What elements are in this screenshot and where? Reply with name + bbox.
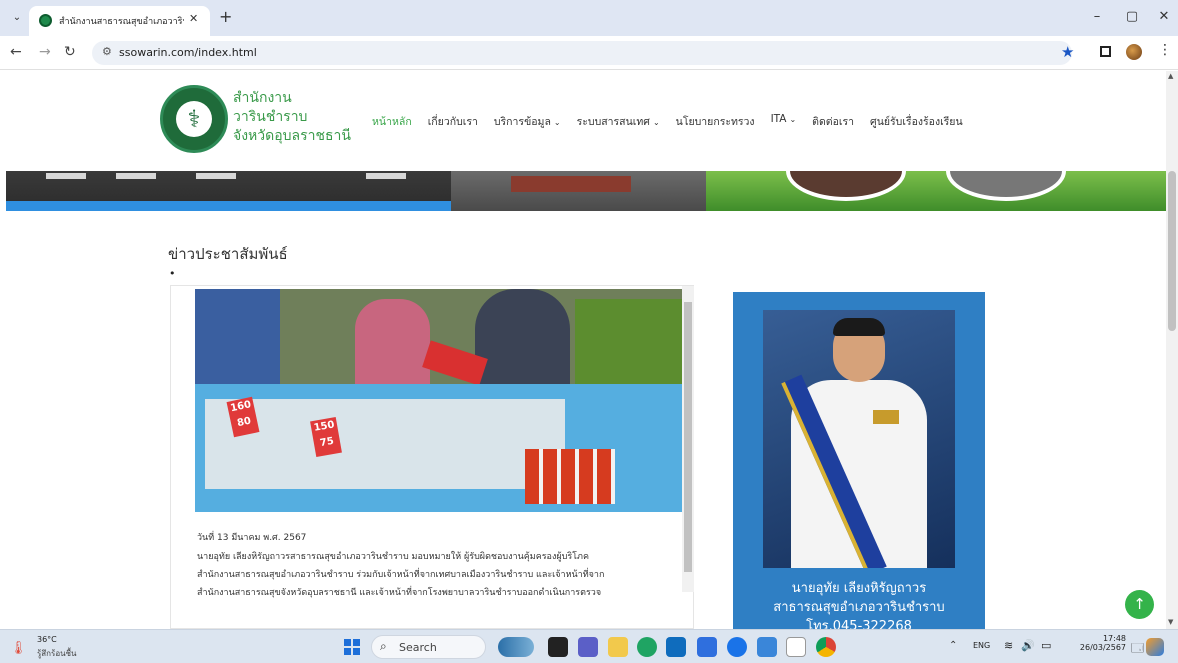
clock[interactable]: 17:48 26/03/2567 (1070, 634, 1126, 652)
director-card: นายอุทัย เลียงหิรัญถาวร สาธารณสุขอำเภอวา… (733, 292, 985, 629)
site-name[interactable]: สำนักงาน วารินชำราบ จังหวัดอุบลราชธานี (233, 89, 351, 146)
tab-search-chevron-icon[interactable]: ⌄ (8, 9, 26, 27)
start-windows-icon[interactable] (344, 639, 360, 655)
director-name: นายอุทัย เลียงหิรัญถาวร สาธารณสุขอำเภอวา… (733, 579, 985, 629)
weather-description[interactable]: รู้สึกร้อนชื้น (37, 647, 77, 660)
chevron-down-icon: ⌄ (789, 115, 797, 124)
ministry-logo[interactable]: ⚕ (160, 85, 228, 153)
main-nav: หน้าหลัก เกี่ยวกับเรา บริการข้อมูล ⌄ ระบบ… (372, 113, 979, 133)
copilot-icon[interactable] (1146, 638, 1164, 656)
site-favicon-icon (39, 14, 52, 27)
taskbar-search[interactable]: ⌕ Search (371, 635, 486, 659)
search-icon: ⌕ (380, 639, 387, 653)
show-hidden-icons-icon[interactable]: ⌃ (949, 640, 957, 651)
task-view-icon[interactable] (548, 637, 568, 657)
web-page: ⚕ สำนักงาน วารินชำราบ จังหวัดอุบลราชธานี… (0, 71, 1166, 629)
news-embed-frame[interactable]: 160 80 150 75 วันที่ 13 มีนาคม พ.ศ. 2567… (170, 285, 694, 629)
arrow-up-icon: ↑ (1133, 595, 1146, 613)
banner-train-image (451, 171, 706, 211)
director-photo (763, 310, 955, 568)
clock-time: 17:48 (1102, 634, 1126, 643)
page-scrollbar[interactable]: ▲ ▼ (1166, 71, 1178, 629)
site-name-line: สำนักงาน (233, 90, 292, 106)
browser-tab[interactable]: สำนักงานสาธารณสุขอำเภอวารินชำราบ ✕ (29, 6, 210, 36)
nav-contact[interactable]: ติดต่อเรา (812, 113, 854, 133)
banner-building-image (6, 171, 451, 211)
chrome-icon[interactable] (816, 637, 836, 657)
nav-ministry-policy[interactable]: นโยบายกระทรวง (676, 113, 755, 133)
tab-title: สำนักงานสาธารณสุขอำเภอวารินชำราบ (59, 17, 184, 27)
browser-menu-icon[interactable]: ⋮ (1158, 42, 1172, 58)
restore-button[interactable]: ▢ (1122, 9, 1142, 24)
list-bullet: • (169, 267, 176, 280)
banner-field-image (706, 171, 1166, 211)
widgets-app-icon[interactable] (498, 637, 534, 657)
news-body-line: สำนักงานสาธารณสุขจังหวัดอุบลราชธานี และเ… (197, 588, 602, 598)
search-placeholder: Search (399, 641, 437, 654)
app-icon[interactable] (697, 637, 717, 657)
news-scrollbar[interactable] (682, 286, 694, 592)
teams-icon[interactable] (578, 637, 598, 657)
nav-ita[interactable]: ITA ⌄ (771, 113, 797, 133)
volume-icon[interactable]: 🔊 (1021, 639, 1035, 652)
address-bar[interactable]: ⚙ ssowarin.com/index.html (92, 41, 1072, 65)
news-body-line: นายอุทัย เลียงหิรัญถาวรสาธารณสุขอำเภอวาร… (197, 552, 589, 562)
nav-services[interactable]: บริการข้อมูล ⌄ (494, 113, 561, 133)
battery-icon[interactable]: ▭ (1041, 639, 1051, 652)
scroll-up-arrow-icon[interactable]: ▲ (1168, 72, 1173, 80)
new-tab-button[interactable]: + (219, 7, 232, 26)
news-photo: 160 80 150 75 (195, 289, 682, 512)
site-header: ⚕ สำนักงาน วารินชำราบ จังหวัดอุบลราชธานี… (0, 71, 1166, 171)
scroll-down-arrow-icon[interactable]: ▼ (1168, 618, 1173, 626)
profile-avatar[interactable] (1126, 44, 1142, 60)
edge-browser-icon[interactable] (637, 637, 657, 657)
wifi-icon[interactable]: ≋ (1004, 639, 1013, 652)
logo-emblem: ⚕ (176, 101, 212, 137)
hero-banner (6, 171, 1166, 211)
news-date: วันที่ 13 มีนาคม พ.ศ. 2567 (197, 533, 307, 543)
forward-arrow-icon[interactable]: → (39, 44, 51, 60)
nav-home[interactable]: หน้าหลัก (372, 113, 412, 133)
browser-toolbar: ← → ↻ ⚙ ssowarin.com/index.html (0, 36, 1178, 70)
chevron-down-icon: ⌄ (652, 118, 660, 127)
windows-taskbar: 🌡 36°C รู้สึกร้อนชื้น ⌕ Search ⌃ ENG ≋ 🔊… (0, 629, 1178, 663)
microsoft-store-icon[interactable] (666, 637, 686, 657)
nav-about[interactable]: เกี่ยวกับเรา (428, 113, 478, 133)
reload-icon[interactable]: ↻ (64, 44, 76, 60)
director-phone-line: โทร.045-322268 (806, 619, 912, 629)
caduceus-icon: ⚕ (187, 105, 201, 133)
bookmark-star-icon[interactable]: ★ (1061, 43, 1074, 61)
back-arrow-icon[interactable]: ← (10, 44, 22, 60)
file-explorer-icon[interactable] (608, 637, 628, 657)
weather-thermometer-icon[interactable]: 🌡 (10, 641, 27, 656)
minimize-button[interactable]: – (1087, 9, 1107, 24)
app-icon[interactable] (786, 637, 806, 657)
side-panel-icon[interactable] (1100, 46, 1111, 57)
tab-close-icon[interactable]: ✕ (189, 12, 198, 25)
url-text[interactable]: ssowarin.com/index.html (119, 46, 257, 59)
news-body: นายอุทัย เลียงหิรัญถาวรสาธารณสุขอำเภอวาร… (197, 548, 677, 608)
site-name-line: จังหวัดอุบลราชธานี (233, 128, 351, 144)
input-language[interactable]: ENG (973, 641, 990, 650)
close-window-button[interactable]: ✕ (1154, 9, 1174, 24)
director-title-line: สาธารณสุขอำเภอวารินชำราบ (773, 600, 945, 615)
news-scroll-thumb[interactable] (684, 302, 692, 572)
photos-icon[interactable] (757, 637, 777, 657)
app-icon[interactable] (727, 637, 747, 657)
chevron-down-icon: ⌄ (553, 118, 561, 127)
section-title: ข่าวประชาสัมพันธ์ (168, 245, 288, 263)
browser-tab-bar: ⌄ สำนักงานสาธารณสุขอำเภอวารินชำราบ ✕ + –… (0, 0, 1178, 36)
clock-date: 26/03/2567 (1079, 643, 1126, 652)
news-body-line: สำนักงานสาธารณสุขอำเภอวารินชำราบ ร่วมกับ… (197, 570, 605, 580)
page-scroll-thumb[interactable] (1168, 171, 1176, 331)
nav-info-systems[interactable]: ระบบสารสนเทศ ⌄ (577, 113, 660, 133)
director-name-line: นายอุทัย เลียงหิรัญถาวร (791, 581, 927, 596)
nav-complaints[interactable]: ศูนย์รับเรื่องร้องเรียน (870, 113, 963, 133)
site-info-icon[interactable]: ⚙ (102, 45, 112, 58)
weather-temperature[interactable]: 36°C (37, 635, 57, 644)
notifications-icon[interactable]: 🗔 (1131, 639, 1144, 660)
scroll-to-top-button[interactable]: ↑ (1125, 590, 1154, 619)
site-name-line: วารินชำราบ (233, 109, 308, 125)
